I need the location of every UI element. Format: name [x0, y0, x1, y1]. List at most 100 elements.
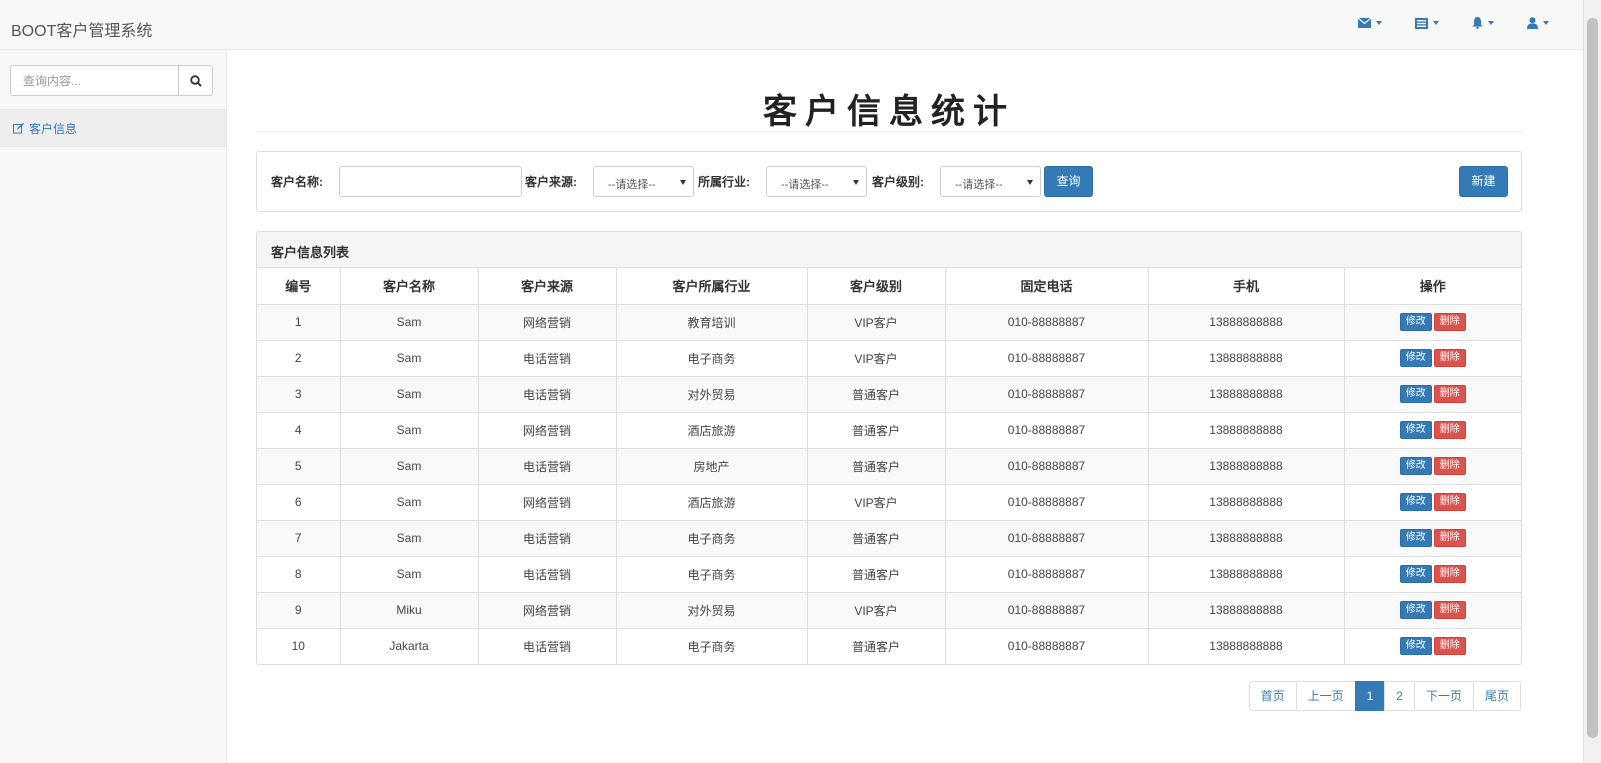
delete-button[interactable]: 删除 — [1433, 421, 1466, 439]
table-cell: 010-88888887 — [944, 411, 1149, 449]
table-cell: 13888888888 — [1147, 519, 1345, 557]
edit-button[interactable]: 修改 — [1399, 313, 1432, 331]
column-header: 客户来源 — [477, 268, 617, 305]
industry-select[interactable]: --请选择-- — [766, 166, 867, 197]
new-customer-button[interactable]: 新建 — [1459, 166, 1508, 197]
delete-button[interactable]: 删除 — [1433, 529, 1466, 547]
table-cell: 普通客户 — [806, 519, 946, 557]
customer-source-select[interactable]: --请选择-- — [593, 166, 694, 197]
table-cell: 3 — [257, 375, 341, 413]
sidebar: 客户信息 — [0, 51, 227, 763]
edit-button[interactable]: 修改 — [1399, 349, 1432, 367]
table-cell: Sam — [339, 411, 479, 449]
column-header: 操作 — [1343, 268, 1521, 305]
delete-button[interactable]: 删除 — [1433, 637, 1466, 655]
edit-button[interactable]: 修改 — [1399, 493, 1432, 511]
search-input[interactable] — [10, 65, 178, 96]
table-row: 2 Sam 电话营销 电子商务 VIP客户 010-88888887 13888888888… — [257, 339, 1521, 377]
edit-button[interactable]: 修改 — [1399, 637, 1432, 655]
actions-cell: 修改 删除 — [1343, 447, 1521, 485]
edit-button[interactable]: 修改 — [1399, 385, 1432, 403]
sidebar-item-customer-info[interactable]: 客户信息 — [0, 109, 226, 147]
table-cell: 10 — [257, 627, 341, 664]
customer-level-select[interactable]: --请选择-- — [940, 166, 1041, 197]
last-page-link[interactable]: 尾页 — [1472, 681, 1521, 711]
table-cell: 网络营销 — [477, 591, 617, 629]
chevron-down-icon — [1488, 21, 1494, 25]
alerts-dropdown[interactable] — [1472, 17, 1494, 29]
table-cell: 13888888888 — [1147, 303, 1345, 341]
customer-name-input[interactable] — [339, 166, 522, 197]
page-scrollbar[interactable] — [1583, 0, 1601, 763]
edit-button[interactable]: 修改 — [1399, 601, 1432, 619]
edit-button[interactable]: 修改 — [1399, 565, 1432, 583]
delete-button[interactable]: 删除 — [1433, 493, 1466, 511]
delete-button[interactable]: 删除 — [1433, 385, 1466, 403]
sidebar-search — [10, 65, 213, 96]
customer-source-value: --请选择-- — [608, 179, 656, 191]
table-cell: 电子商务 — [615, 555, 808, 593]
table-row: 10 Jakarta 电话营销 电子商务 普通客户 010-88888887 1388888… — [257, 627, 1521, 664]
table-cell: 9 — [257, 591, 341, 629]
navbar-icons — [1325, 17, 1549, 29]
delete-button[interactable]: 删除 — [1433, 565, 1466, 583]
top-navbar: BOOT客户管理系统 — [0, 0, 1583, 50]
edit-button[interactable]: 修改 — [1399, 457, 1432, 475]
table-cell: 13888888888 — [1147, 555, 1345, 593]
delete-button[interactable]: 删除 — [1433, 313, 1466, 331]
search-button[interactable] — [178, 65, 213, 96]
table-cell: 7 — [257, 519, 341, 557]
actions-cell: 修改 删除 — [1343, 591, 1521, 629]
chevron-down-icon — [1433, 21, 1439, 25]
table-cell: 电话营销 — [477, 447, 617, 485]
user-dropdown[interactable] — [1527, 17, 1549, 29]
table-cell: 13888888888 — [1147, 591, 1345, 629]
table-cell: 010-88888887 — [944, 303, 1149, 341]
column-header: 客户所属行业 — [615, 268, 808, 305]
column-header: 手机 — [1147, 268, 1345, 305]
chevron-down-icon — [1543, 21, 1549, 25]
edit-icon — [13, 122, 24, 133]
table-cell: 对外贸易 — [615, 591, 808, 629]
next-page-link[interactable]: 下一页 — [1413, 681, 1474, 711]
table-cell: 5 — [257, 447, 341, 485]
table-cell: 电子商务 — [615, 627, 808, 664]
actions-cell: 修改 删除 — [1343, 303, 1521, 341]
delete-button[interactable]: 删除 — [1433, 349, 1466, 367]
table-cell: 010-88888887 — [944, 447, 1149, 485]
title-divider — [256, 131, 1522, 132]
table-row: 8 Sam 电话营销 电子商务 普通客户 010-88888887 13888888888 修… — [257, 555, 1521, 593]
table-row: 6 Sam 网络营销 酒店旅游 VIP客户 010-88888887 13888888888… — [257, 483, 1521, 521]
first-page-link[interactable]: 首页 — [1248, 681, 1297, 711]
table-row: 4 Sam 网络营销 酒店旅游 普通客户 010-88888887 13888888888 修… — [257, 411, 1521, 449]
scrollbar-thumb[interactable] — [1587, 18, 1598, 738]
tasks-icon — [1415, 17, 1428, 29]
column-header: 固定电话 — [944, 268, 1149, 305]
query-button[interactable]: 查询 — [1044, 166, 1093, 197]
page-link-2[interactable]: 2 — [1384, 681, 1415, 711]
tasks-dropdown[interactable] — [1415, 17, 1439, 29]
table-cell: 房地产 — [615, 447, 808, 485]
table-cell: 电话营销 — [477, 627, 617, 664]
edit-button[interactable]: 修改 — [1399, 421, 1432, 439]
table-cell: 6 — [257, 483, 341, 521]
delete-button[interactable]: 删除 — [1433, 457, 1466, 475]
filter-panel: 客户名称: 客户来源: --请选择-- 所属行业: --请选择-- 客户级别: … — [256, 151, 1522, 212]
table-cell: Jakarta — [339, 627, 479, 664]
table-cell: 2 — [257, 339, 341, 377]
actions-cell: 修改 删除 — [1343, 375, 1521, 413]
prev-page-link[interactable]: 上一页 — [1295, 681, 1356, 711]
edit-button[interactable]: 修改 — [1399, 529, 1432, 547]
envelope-icon — [1358, 18, 1371, 28]
table-cell: 8 — [257, 555, 341, 593]
table-cell: 普通客户 — [806, 375, 946, 413]
table-cell: 普通客户 — [806, 411, 946, 449]
page-link-1[interactable]: 1 — [1354, 681, 1386, 711]
sidebar-item-label: 客户信息 — [29, 121, 78, 136]
app-brand[interactable]: BOOT客户管理系统 — [11, 17, 152, 41]
messages-dropdown[interactable] — [1358, 17, 1382, 29]
table-cell: Sam — [339, 339, 479, 377]
table-cell: 1 — [257, 303, 341, 341]
select-arrow-icon — [853, 180, 859, 185]
delete-button[interactable]: 删除 — [1433, 601, 1466, 619]
